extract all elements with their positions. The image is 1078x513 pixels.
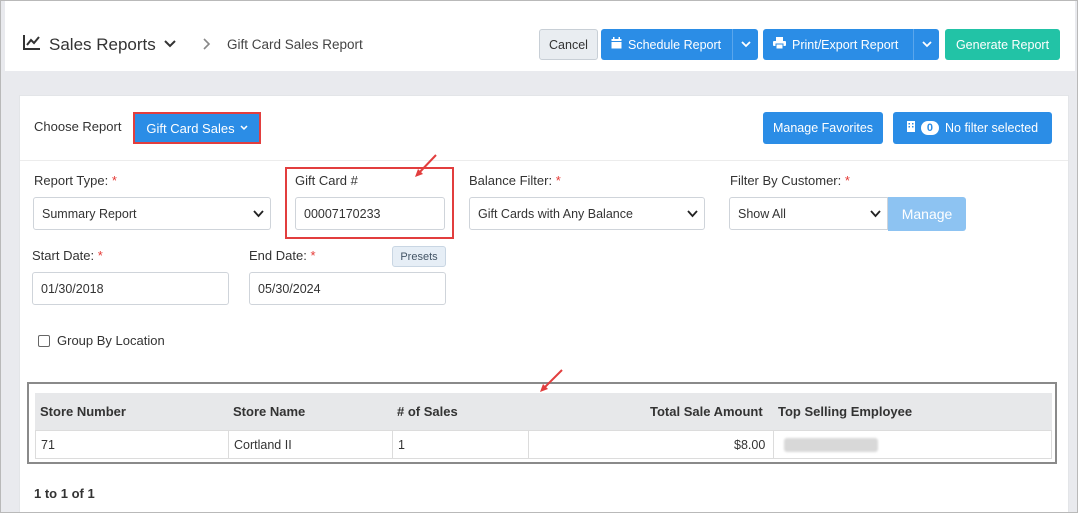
chart-line-icon <box>23 34 41 55</box>
cell-divider <box>392 431 393 458</box>
schedule-dropdown-caret[interactable] <box>732 29 758 60</box>
report-card: Choose Report Gift Card Sales Manage Fav… <box>19 95 1069 512</box>
report-type-value: Summary Report <box>42 206 137 221</box>
store-number-cell: 71 <box>41 438 55 452</box>
balance-filter-label: Balance Filter: * <box>469 173 561 188</box>
filter-icon <box>906 121 915 135</box>
schedule-report-label: Schedule Report <box>628 37 722 52</box>
chevron-down-icon <box>253 210 264 218</box>
column-header[interactable]: Top Selling Employee <box>778 404 912 419</box>
breadcrumb: Gift Card Sales Report <box>227 37 363 52</box>
page-title-group[interactable]: Sales Reports <box>23 34 176 55</box>
presets-button[interactable]: Presets <box>392 246 446 267</box>
manage-favorites-button[interactable]: Manage Favorites <box>763 112 883 144</box>
store-name-cell: Cortland II <box>234 438 292 452</box>
print-export-split: Print/Export Report <box>763 29 939 60</box>
pagination-summary: 1 to 1 of 1 <box>34 486 95 501</box>
chevron-down-icon <box>164 36 176 54</box>
cell-divider <box>528 431 529 458</box>
chevron-down-icon <box>740 41 751 48</box>
customer-filter-select[interactable]: Show All <box>729 197 888 230</box>
column-header[interactable]: Total Sale Amount <box>650 404 763 419</box>
no-filter-label: No filter selected <box>945 121 1039 135</box>
printer-icon <box>773 37 786 52</box>
sales-count-cell: 1 <box>398 438 405 452</box>
customer-filter-label: Filter By Customer: * <box>730 173 850 188</box>
page-header: Sales Reports Gift Card Sales Report Can… <box>5 18 1075 71</box>
annotation-arrow-icon <box>540 369 563 392</box>
balance-filter-value: Gift Cards with Any Balance <box>478 206 633 221</box>
manage-customer-button[interactable]: Manage <box>888 197 966 231</box>
redacted-employee-cell <box>784 438 878 452</box>
choose-report-label: Choose Report <box>34 119 122 134</box>
print-export-button[interactable]: Print/Export Report <box>763 29 913 60</box>
print-dropdown-caret[interactable] <box>913 29 939 60</box>
chevron-down-icon <box>870 210 881 218</box>
generate-report-button[interactable]: Generate Report <box>945 29 1060 60</box>
chevron-right-icon <box>203 37 211 53</box>
app-frame: Sales Reports Gift Card Sales Report Can… <box>0 0 1078 513</box>
report-type-select[interactable]: Summary Report <box>33 197 271 230</box>
column-header[interactable]: Store Name <box>233 404 305 419</box>
column-header[interactable]: Store Number <box>40 404 126 419</box>
total-amount-cell: $8.00 <box>734 438 766 452</box>
calendar-icon <box>611 37 622 52</box>
cell-divider <box>228 431 229 458</box>
column-header[interactable]: # of Sales <box>397 404 458 419</box>
annotation-arrow-icon <box>415 154 437 177</box>
page-title: Sales Reports <box>49 34 156 54</box>
balance-filter-select[interactable]: Gift Cards with Any Balance <box>469 197 705 230</box>
report-select-button[interactable]: Gift Card Sales <box>133 112 261 144</box>
schedule-report-button[interactable]: Schedule Report <box>601 29 732 60</box>
start-date-label: Start Date: * <box>32 248 103 263</box>
filter-count-badge: 0 <box>920 121 939 135</box>
divider <box>20 160 1068 161</box>
end-date-input[interactable]: 05/30/2024 <box>249 272 446 305</box>
top-strip <box>5 1 1075 18</box>
chevron-down-icon <box>921 41 932 48</box>
end-date-label: End Date: * <box>249 248 316 263</box>
start-date-input[interactable]: 01/30/2018 <box>32 272 229 305</box>
table-row[interactable]: 71 Cortland II 1 $8.00 <box>35 430 1052 459</box>
group-by-location-label: Group By Location <box>57 333 165 348</box>
chevron-down-icon <box>687 210 698 218</box>
group-by-location-checkbox[interactable] <box>38 335 50 347</box>
cancel-button[interactable]: Cancel <box>539 29 598 60</box>
gift-card-label: Gift Card # <box>295 173 358 188</box>
customer-filter-value: Show All <box>738 206 786 221</box>
report-select-label: Gift Card Sales <box>146 120 235 136</box>
gift-card-input[interactable]: 00007170233 <box>295 197 445 230</box>
table-header: Store Number Store Name # of Sales Total… <box>35 393 1052 430</box>
print-export-label: Print/Export Report <box>792 37 899 52</box>
cell-divider <box>773 431 774 458</box>
schedule-report-split: Schedule Report <box>601 29 758 60</box>
chevron-down-icon <box>240 125 248 131</box>
filter-status-button[interactable]: 0 No filter selected <box>893 112 1052 144</box>
report-type-label: Report Type: * <box>34 173 117 188</box>
